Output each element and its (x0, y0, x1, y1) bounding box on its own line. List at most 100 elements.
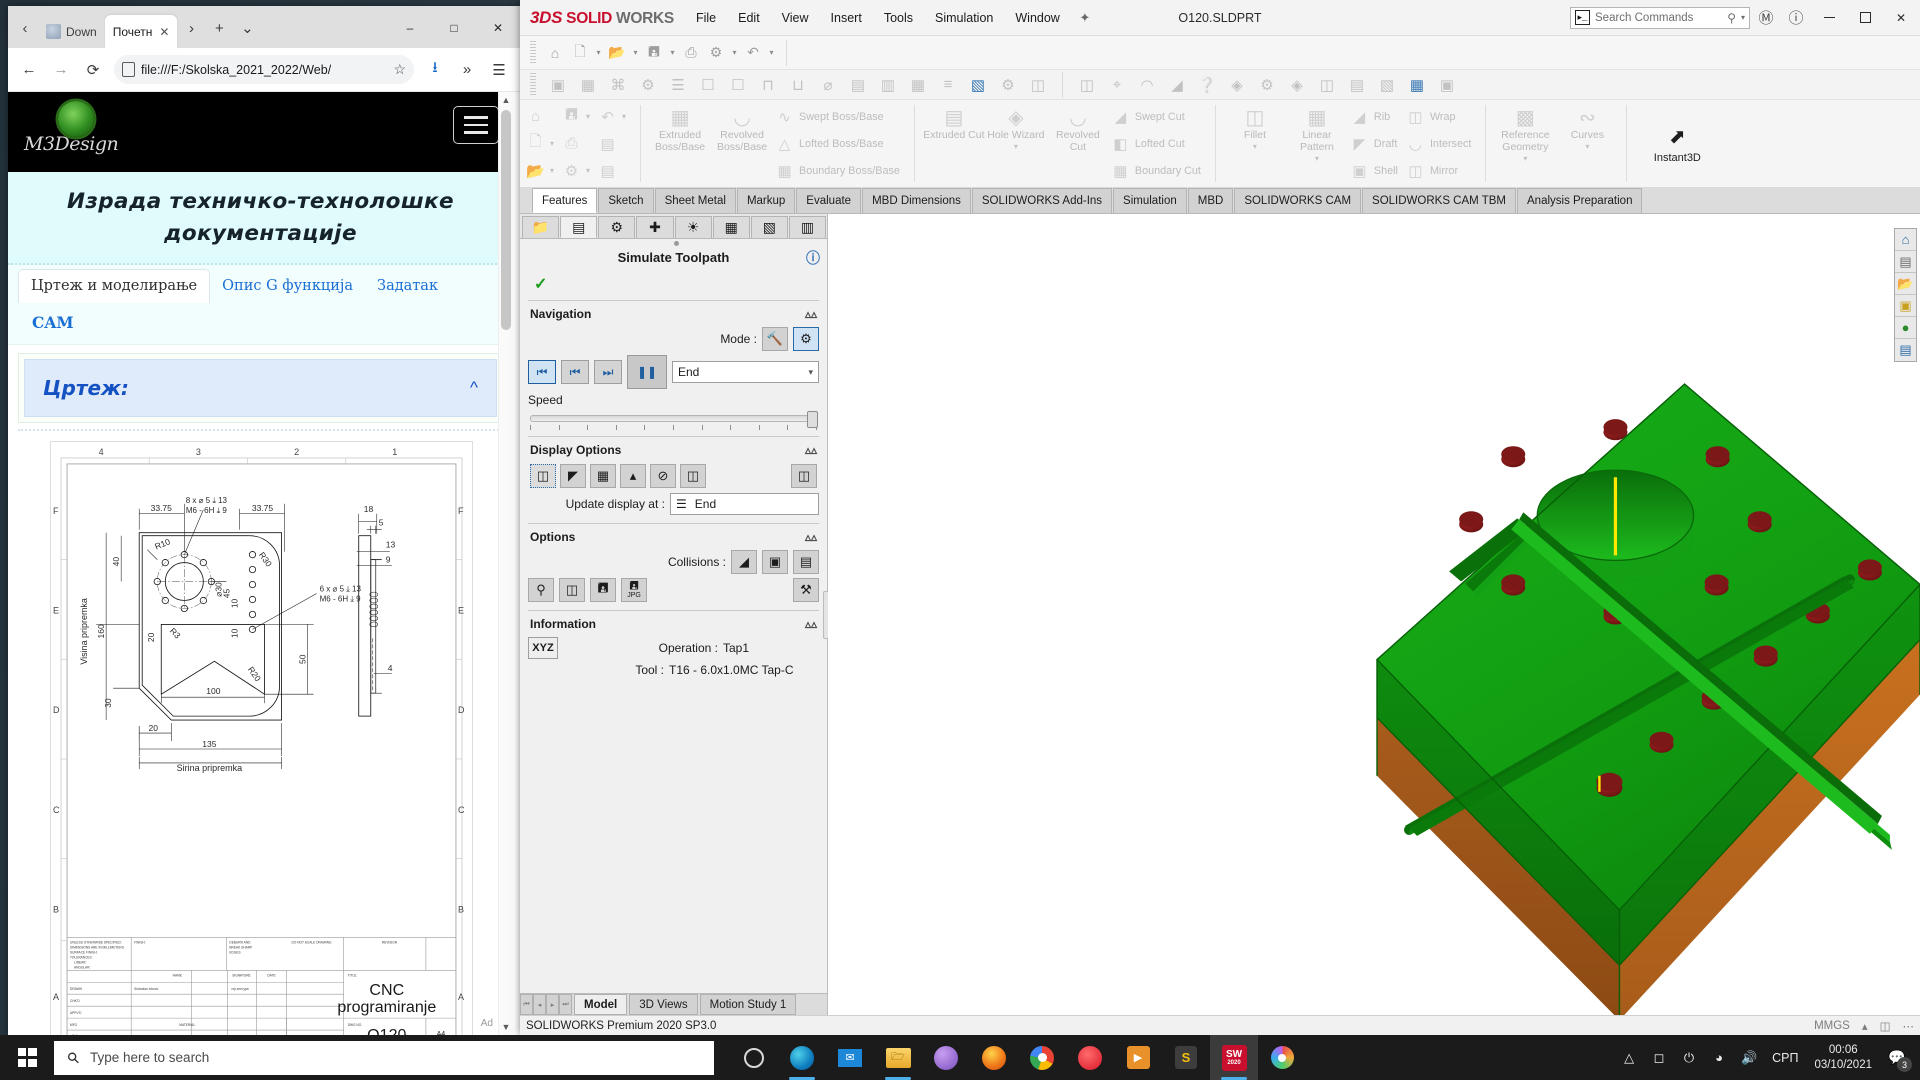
ribbon-open-icon[interactable]: 📂 ▾ (526, 158, 558, 183)
search-commands-input[interactable]: ▸_ Search Commands ⚲ ▾ (1570, 6, 1750, 29)
hide-tool-button[interactable]: ⊘ (650, 464, 676, 488)
linear-pattern-button[interactable]: ▦ Linear Pattern ▾ (1286, 103, 1348, 184)
print-icon[interactable]: ⎙ (679, 41, 703, 65)
chevron-up-icon[interactable]: ▵▵ (805, 443, 817, 457)
tab-zadatak[interactable]: Задатак (365, 270, 450, 303)
cam-setup-sheet-icon[interactable]: ▥ (874, 72, 902, 98)
swept-cut-button[interactable]: ◢ Swept Cut (1111, 104, 1205, 129)
taskbar-cortana[interactable] (730, 1035, 778, 1080)
configuration-manager-tab[interactable]: ⚙ (598, 216, 636, 238)
slider-thumb[interactable] (807, 411, 818, 428)
intersect-button[interactable]: ◡ Intersect (1406, 131, 1475, 156)
swept-boss-base-button[interactable]: ∿ Swept Boss/Base (775, 104, 904, 129)
cam-cl-icon[interactable]: ☐ (724, 72, 752, 98)
taskbar-paint-3d[interactable] (1258, 1035, 1306, 1080)
tab-sheet-metal[interactable]: Sheet Metal (654, 188, 736, 213)
cam-operation-tree-tab[interactable]: ▧ (750, 216, 788, 238)
chevron-up-icon[interactable]: ▵▵ (805, 617, 817, 631)
speed-slider[interactable] (530, 411, 818, 428)
search-icon[interactable]: ⚲ (1727, 11, 1736, 25)
ribbon-list1-icon[interactable]: ▤ (598, 131, 630, 156)
tab-mbd-dimensions[interactable]: MBD Dimensions (862, 188, 971, 213)
chevron-down-icon[interactable]: ▾ (729, 41, 740, 65)
cam-extract-features-icon[interactable]: ▣ (544, 72, 572, 98)
battery-icon[interactable]: ⏻ (1674, 1035, 1704, 1080)
cam-feature-tree-toggle-icon[interactable]: ◫ (1313, 72, 1341, 98)
taskbar-search-box[interactable]: ⚲ Type here to search (54, 1040, 714, 1075)
ribbon-home-icon[interactable]: ⌂ (526, 104, 558, 129)
menu-file[interactable]: File (686, 6, 726, 30)
machine-mode-button[interactable]: ⚙ (793, 327, 819, 351)
menu-view[interactable]: View (772, 6, 819, 30)
tab-scroll-controls[interactable]: ⏮ ◂ ▸ ⏭ (520, 994, 572, 1015)
zoom-selection-button[interactable]: ⚲ (528, 578, 554, 602)
rewind-to-start-button[interactable]: ⏮ (528, 360, 556, 384)
resize-grip-icon[interactable]: ⋯ (1903, 1019, 1915, 1033)
hamburger-menu-icon[interactable]: ☰ (484, 55, 514, 85)
site-menu-button[interactable] (453, 106, 499, 144)
hole-wizard-button[interactable]: ◈ Hole Wizard ▾ (985, 103, 1047, 184)
taskbar-file-explorer[interactable]: 🗁 (874, 1035, 922, 1080)
ribbon-list2-icon[interactable]: ▤ (598, 158, 630, 183)
cam-document-view-icon[interactable]: ▦ (1403, 72, 1431, 98)
display-manager-tab[interactable]: ☀ (674, 216, 712, 238)
cam-mill-setup2-icon[interactable]: ⊔ (784, 72, 812, 98)
save-icon[interactable]: 🖪 (642, 41, 666, 65)
hide-toolpath-button[interactable]: ▴ (620, 464, 646, 488)
boundary-cut-button[interactable]: ▦ Boundary Cut (1111, 158, 1205, 183)
taskbar-media-player[interactable]: ▶ (1114, 1035, 1162, 1080)
ribbon-new-icon[interactable]: 🗋 ▾ (526, 131, 558, 156)
help-question-icon[interactable]: ⓘ (1782, 4, 1810, 32)
taskbar-solidworks[interactable]: SW 2020 (1210, 1035, 1258, 1080)
cam-contour-icon[interactable]: ⌀ (814, 72, 842, 98)
close-button[interactable]: ✕ (476, 12, 520, 44)
site-logo[interactable]: M3Design (22, 97, 142, 167)
editing-part-icon[interactable]: ◫ (1880, 1019, 1891, 1033)
new-document-icon[interactable]: 🗋 (568, 41, 592, 65)
tab-mbd[interactable]: MBD (1187, 188, 1234, 213)
section-header[interactable]: Information ▵▵ (528, 615, 819, 635)
pause-button[interactable]: ❚❚ (627, 355, 667, 389)
cam-probe-icon[interactable]: ⌖ (1103, 72, 1131, 98)
cam-hole-recognition-icon[interactable]: ◈ (1283, 72, 1311, 98)
home-icon[interactable]: ⌂ (543, 41, 567, 65)
cam-tool-select-icon[interactable]: ⚙ (1253, 72, 1281, 98)
instant3d-button[interactable]: ⬈ Instant3D (1635, 103, 1719, 184)
revolved-boss-base-button[interactable]: ◡ Revolved Boss/Base (711, 103, 773, 184)
boundary-boss-base-button[interactable]: ▦ Boundary Boss/Base (775, 158, 904, 183)
section-header[interactable]: Navigation ▵▵ (528, 305, 819, 325)
delete-stock-button[interactable]: ◫ (559, 578, 585, 602)
view-orientation-icon[interactable]: ▤ (1895, 251, 1916, 273)
chevron-up-icon[interactable]: ▵▵ (805, 307, 817, 321)
show-shaded-button[interactable]: ◤ (560, 464, 586, 488)
revolved-cut-button[interactable]: ◡ Revolved Cut (1047, 103, 1109, 184)
show-stock-button[interactable]: ◫ (530, 464, 556, 488)
cam-feature-list-icon[interactable]: ▦ (574, 72, 602, 98)
taskbar-firefox[interactable] (970, 1035, 1018, 1080)
chevron-down-icon[interactable]: ▾ (808, 367, 813, 378)
tab-crtez-i-modeliranje[interactable]: Цртеж и моделирање (18, 268, 211, 303)
menu-edit[interactable]: Edit (728, 6, 770, 30)
menu-tools[interactable]: Tools (874, 6, 923, 30)
accordion-header-crtez[interactable]: Цртеж: ^ (24, 358, 497, 417)
maximize-button[interactable] (1848, 1, 1882, 35)
tools-settings-button[interactable]: ⚒ (793, 578, 819, 602)
cam-tool-tree-tab[interactable]: ▥ (788, 216, 826, 238)
camera-icon[interactable]: ◻ (1644, 1035, 1674, 1080)
tab-solidworks-cam-tbm[interactable]: SOLIDWORKS CAM TBM (1362, 188, 1516, 213)
hide-holder-button[interactable]: ◫ (680, 464, 706, 488)
close-button[interactable]: ✕ (1884, 1, 1918, 35)
cam-stock-icon[interactable]: ☰ (664, 72, 692, 98)
cam-simulate-toolpath-icon[interactable]: ▧ (964, 72, 992, 98)
chevron-down-icon[interactable]: ▾ (1741, 13, 1745, 22)
taskbar-viber[interactable] (922, 1035, 970, 1080)
ribbon-save-icon[interactable]: 🖪 ▾ (562, 104, 594, 129)
fillet-button[interactable]: ◫ Fillet ▾ (1224, 103, 1286, 184)
toolbar-grip[interactable] (530, 72, 536, 97)
taskbar-opera[interactable] (1066, 1035, 1114, 1080)
scroll-up-icon[interactable]: ▲ (499, 92, 513, 108)
wifi-icon[interactable]: ◕ (1704, 1035, 1734, 1080)
page-scrollbar[interactable]: ▲ ▼ (498, 92, 513, 1035)
chevron-up-icon[interactable]: △ (1614, 1035, 1644, 1080)
lofted-boss-base-button[interactable]: △ Lofted Boss/Base (775, 131, 904, 156)
